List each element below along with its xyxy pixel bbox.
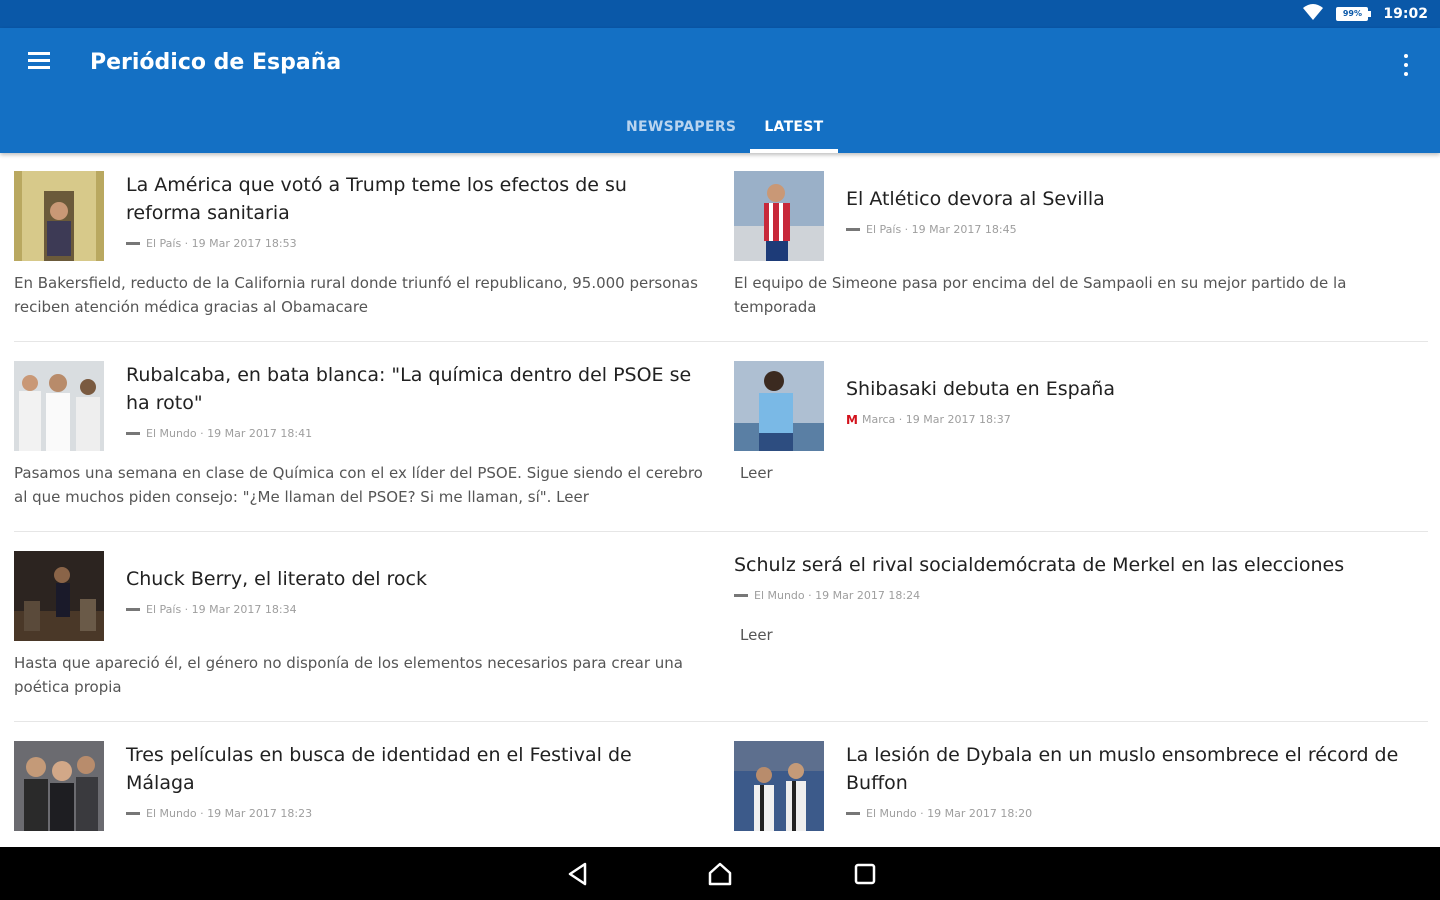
- divider: [14, 721, 1428, 722]
- article-card[interactable]: Shibasaki debuta en España M Marca · 19 M…: [734, 361, 1440, 521]
- article-summary: El equipo de Simeone pasa por encima del…: [734, 274, 1347, 316]
- article-read-link[interactable]: Leer: [740, 461, 1430, 485]
- app-title: Periódico de España: [90, 50, 342, 75]
- article-title[interactable]: Rubalcaba, en bata blanca: "La química d…: [126, 361, 716, 417]
- source-logo-icon: [846, 228, 860, 231]
- article-read-link[interactable]: Leer: [740, 623, 1430, 647]
- article-meta: El Mundo · 19 Mar 2017 18:24: [734, 589, 920, 602]
- back-icon[interactable]: [565, 861, 591, 887]
- tab-latest[interactable]: LATEST: [750, 108, 838, 153]
- article-meta: El Mundo · 19 Mar 2017 18:20: [846, 807, 1032, 820]
- article-title[interactable]: La lesión de Dybala en un muslo ensombre…: [846, 741, 1426, 797]
- article-meta: El País · 19 Mar 2017 18:45: [846, 223, 1017, 236]
- home-icon[interactable]: [707, 861, 733, 887]
- system-nav-bar: [0, 847, 1440, 900]
- divider: [14, 341, 1428, 342]
- article-card[interactable]: Chuck Berry, el literato del rock El Paí…: [14, 551, 722, 711]
- article-title[interactable]: La América que votó a Trump teme los efe…: [126, 171, 686, 227]
- article-thumbnail: [734, 741, 824, 831]
- article-meta: El Mundo · 19 Mar 2017 18:41: [126, 427, 312, 440]
- article-source-date: El Mundo · 19 Mar 2017 18:41: [146, 427, 313, 440]
- tab-newspapers[interactable]: NEWSPAPERS: [612, 108, 750, 153]
- article-source-date: Marca · 19 Mar 2017 18:37: [862, 413, 1011, 426]
- article-card[interactable]: La lesión de Dybala en un muslo ensombre…: [734, 741, 1440, 847]
- article-title[interactable]: Tres películas en busca de identidad en …: [126, 741, 686, 797]
- source-logo-icon: [126, 432, 140, 435]
- menu-icon[interactable]: [28, 52, 54, 74]
- more-options-icon[interactable]: [1396, 52, 1416, 78]
- source-logo-icon: [126, 242, 140, 245]
- status-bar: 99% 19:02: [0, 0, 1440, 28]
- marca-logo-icon: M: [846, 412, 858, 427]
- source-logo-icon: [846, 812, 860, 815]
- article-source-date: El Mundo · 19 Mar 2017 18:20: [866, 807, 1033, 820]
- article-thumbnail: [734, 361, 824, 451]
- article-title[interactable]: Shibasaki debuta en España: [846, 375, 1406, 403]
- article-thumbnail: [734, 171, 824, 261]
- article-summary: En Bakersfield, reducto de la California…: [14, 274, 698, 316]
- divider: [14, 531, 1428, 532]
- article-card[interactable]: Schulz será el rival socialdemócrata de …: [734, 551, 1440, 711]
- status-icons: 99% 19:02: [1302, 4, 1428, 24]
- article-meta: El País · 19 Mar 2017 18:53: [126, 237, 297, 250]
- wifi-icon: [1302, 3, 1324, 25]
- article-summary: Pasamos una semana en clase de Química c…: [14, 464, 703, 506]
- article-card[interactable]: Tres películas en busca de identidad en …: [14, 741, 722, 847]
- clock: 19:02: [1383, 6, 1428, 22]
- article-meta: M Marca · 19 Mar 2017 18:37: [846, 413, 1011, 426]
- article-card[interactable]: La América que votó a Trump teme los efe…: [14, 171, 722, 331]
- article-thumbnail: [14, 741, 104, 831]
- article-thumbnail: [14, 551, 104, 641]
- article-thumbnail: [14, 171, 104, 261]
- news-list: La América que votó a Trump teme los efe…: [0, 153, 1440, 847]
- article-card[interactable]: El Atlético devora al Sevilla El País · …: [734, 171, 1440, 331]
- battery-icon: 99%: [1336, 7, 1372, 21]
- article-card[interactable]: Rubalcaba, en bata blanca: "La química d…: [14, 361, 722, 521]
- article-meta: El País · 19 Mar 2017 18:34: [126, 603, 297, 616]
- article-source-date: El País · 19 Mar 2017 18:53: [146, 237, 297, 250]
- article-summary: Hasta que apareció él, el género no disp…: [14, 654, 683, 696]
- article-source-date: El País · 19 Mar 2017 18:45: [866, 223, 1017, 236]
- article-source-date: El Mundo · 19 Mar 2017 18:24: [754, 589, 921, 602]
- article-thumbnail: [14, 361, 104, 451]
- article-title[interactable]: Chuck Berry, el literato del rock: [126, 565, 686, 593]
- article-title[interactable]: El Atlético devora al Sevilla: [846, 185, 1406, 213]
- article-meta: El Mundo · 19 Mar 2017 18:23: [126, 807, 312, 820]
- article-source-date: El País · 19 Mar 2017 18:34: [146, 603, 297, 616]
- tab-bar: NEWSPAPERS LATEST: [612, 108, 838, 153]
- source-logo-icon: [126, 608, 140, 611]
- article-title[interactable]: Schulz será el rival socialdemócrata de …: [734, 551, 1424, 579]
- recents-icon[interactable]: [852, 861, 878, 887]
- article-source-date: El Mundo · 19 Mar 2017 18:23: [146, 807, 313, 820]
- source-logo-icon: [734, 594, 748, 597]
- source-logo-icon: [126, 812, 140, 815]
- app-bar: Periódico de España NEWSPAPERS LATEST: [0, 28, 1440, 153]
- battery-level: 99%: [1336, 7, 1369, 21]
